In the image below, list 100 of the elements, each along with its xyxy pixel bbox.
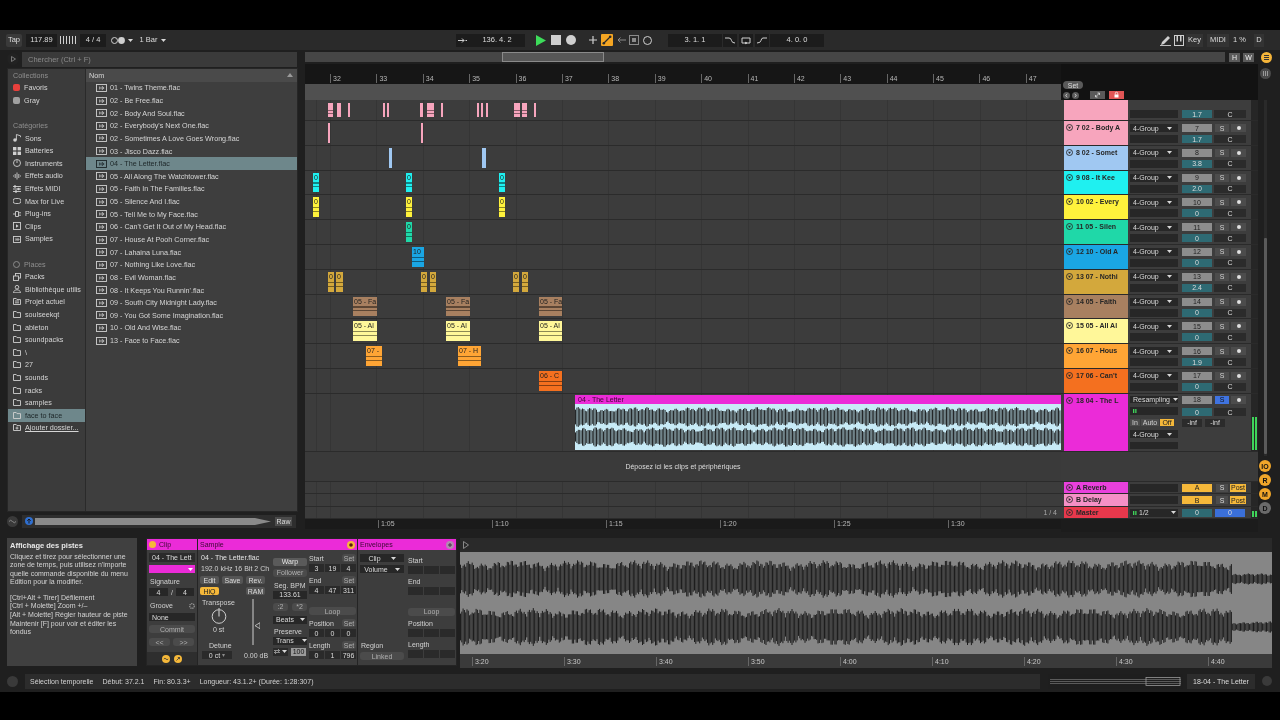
audio-file-icon — [96, 134, 107, 143]
stacked-boxes-icon — [13, 272, 21, 281]
triangle-circle-icon[interactable] — [1066, 347, 1073, 355]
marker-field[interactable] — [440, 565, 455, 574]
triangle-circle-icon[interactable] — [1066, 297, 1073, 305]
loop-icon[interactable] — [739, 33, 753, 47]
transpose-knob[interactable] — [211, 608, 227, 624]
audio-clip[interactable] — [514, 103, 520, 117]
audio-file-icon — [96, 83, 107, 92]
caret-icon — [1172, 398, 1178, 401]
audio-file-icon — [96, 159, 107, 168]
triangle-outline-icon[interactable] — [463, 541, 469, 549]
marker-field[interactable] — [440, 628, 455, 637]
triangle-circle-icon[interactable] — [1066, 248, 1073, 255]
arm-button[interactable] — [1231, 371, 1246, 380]
triangle-circle-icon[interactable] — [1066, 148, 1073, 156]
circle-icon[interactable] — [643, 35, 652, 45]
pencil-icon[interactable] — [1160, 34, 1171, 46]
audio-file-icon — [96, 311, 107, 320]
dot-icon — [1236, 150, 1241, 155]
vertical-bars-icon[interactable] — [69, 36, 76, 44]
overview-viewport[interactable] — [502, 52, 604, 62]
step-curve-icon[interactable] — [755, 33, 769, 47]
caret-icon — [301, 639, 307, 642]
scrollbar-thumb[interactable] — [1263, 238, 1267, 454]
loop-mode-dropdown[interactable] — [273, 647, 288, 656]
circle-arrow-icon[interactable] — [174, 654, 182, 663]
folder-plus-icon — [13, 424, 21, 432]
metronome-dots-icon[interactable] — [111, 36, 125, 44]
gain-slider[interactable] — [252, 599, 260, 645]
dot-icon — [1236, 397, 1241, 402]
audio-clip[interactable] — [328, 103, 333, 117]
audio-clip[interactable] — [427, 103, 434, 117]
caret-icon — [394, 567, 400, 571]
audio-file-icon — [96, 324, 107, 333]
arm-button[interactable] — [1231, 173, 1246, 182]
slider-thumb[interactable] — [254, 622, 260, 630]
triangle-circle-icon[interactable] — [1066, 371, 1073, 379]
play-circle-icon[interactable] — [1066, 496, 1073, 504]
triangle-circle-icon[interactable] — [1066, 223, 1073, 231]
circle-dot-icon[interactable] — [347, 540, 355, 549]
marker-field[interactable] — [440, 586, 455, 595]
arm-button[interactable] — [1231, 347, 1246, 356]
arm-button[interactable] — [1231, 223, 1246, 232]
arrow-right-circle-icon[interactable] — [1072, 91, 1079, 99]
arm-button[interactable] — [1231, 272, 1246, 281]
clip-color-dropdown[interactable] — [149, 565, 195, 573]
arm-button[interactable] — [1231, 198, 1246, 207]
audio-clip[interactable] — [389, 147, 392, 168]
arm-button[interactable] — [1231, 124, 1246, 132]
arm-button[interactable] — [1231, 297, 1246, 306]
caret-icon — [1166, 176, 1172, 180]
triangle-circle-icon[interactable] — [1066, 124, 1073, 131]
menu-icon[interactable] — [1261, 51, 1272, 63]
square-outline-icon[interactable] — [629, 35, 639, 45]
play-circle-icon[interactable] — [1066, 508, 1073, 516]
swap-arrows-icon — [274, 649, 280, 654]
triangle-circle-icon[interactable] — [1066, 272, 1073, 280]
triangle-circle-icon[interactable] — [1066, 322, 1073, 330]
caret-icon — [1166, 250, 1172, 254]
audio-clip[interactable] — [337, 103, 341, 117]
audio-file-icon — [96, 147, 107, 156]
lock-icon[interactable] — [1109, 91, 1124, 99]
arrow-left-circle-icon[interactable] — [1063, 91, 1070, 99]
arm-button[interactable] — [1231, 322, 1246, 331]
sort-arrow-icon[interactable] — [287, 73, 293, 78]
caret-icon — [1166, 275, 1172, 279]
circle-plus-icon[interactable] — [446, 540, 454, 549]
play-icon[interactable] — [536, 34, 546, 46]
arm-button[interactable] — [1231, 248, 1246, 256]
audio-file-icon — [96, 260, 107, 269]
arm-button[interactable] — [1231, 148, 1246, 157]
audio-clip[interactable] — [482, 147, 486, 168]
step-curve-icon[interactable] — [723, 33, 737, 47]
record-icon[interactable] — [566, 35, 576, 45]
arrow-circle-icon[interactable] — [25, 517, 33, 525]
audio-file-icon — [96, 222, 107, 231]
automation-icon[interactable] — [601, 34, 613, 46]
audio-clip[interactable] — [522, 103, 527, 117]
circle-wave-icon[interactable] — [162, 654, 170, 663]
triangle-circle-icon[interactable] — [1066, 198, 1073, 206]
audio-file-icon — [96, 96, 107, 105]
bars-circle-icon[interactable] — [1259, 68, 1271, 79]
arrangement-overview[interactable] — [305, 52, 1225, 62]
plus-icon[interactable] — [589, 36, 597, 44]
gear-icon[interactable] — [189, 602, 195, 609]
caret-icon — [1166, 126, 1172, 130]
vertical-bars-icon[interactable] — [60, 36, 67, 44]
piano-keys-icon[interactable] — [1174, 34, 1184, 46]
triangle-circle-icon[interactable] — [1066, 396, 1073, 404]
audio-clip[interactable] — [420, 103, 423, 117]
expand-icon[interactable] — [1090, 91, 1105, 99]
wave-circle-icon[interactable] — [7, 515, 18, 527]
play-circle-icon[interactable] — [1066, 483, 1073, 491]
marker-field[interactable] — [440, 649, 455, 658]
arm-button[interactable] — [1231, 395, 1246, 404]
music-note-icon — [13, 134, 21, 143]
triangle-circle-icon[interactable] — [1066, 173, 1073, 181]
arrow-left-icon[interactable] — [616, 36, 626, 44]
arrow-right-icon[interactable] — [456, 33, 469, 47]
